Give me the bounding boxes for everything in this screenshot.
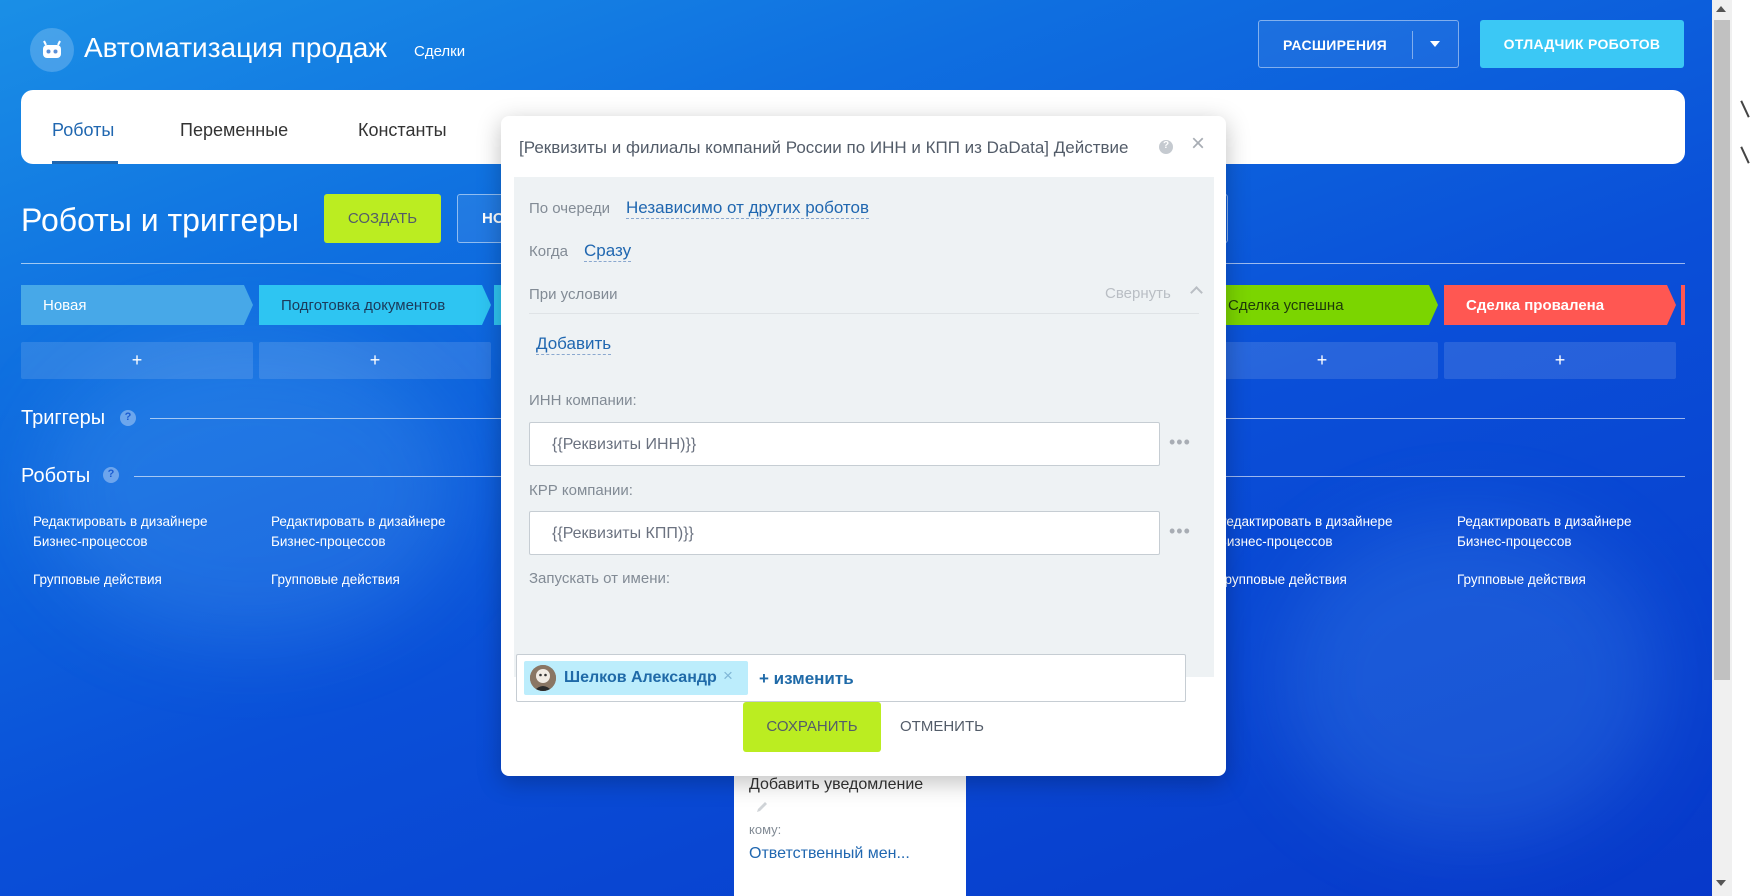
chevron-up-icon[interactable] [1190, 286, 1203, 299]
stage-partial [1681, 285, 1685, 325]
remove-user-icon[interactable]: × [723, 666, 733, 686]
group-actions-link[interactable]: Групповые действия [1457, 570, 1586, 590]
triggers-title: Триггеры [21, 407, 106, 429]
tab-robots[interactable]: Роботы [52, 120, 114, 141]
divider [1412, 31, 1413, 59]
save-button[interactable]: СОХРАНИТЬ [743, 702, 881, 752]
robot-card-title: Добавить уведомление [749, 776, 924, 793]
save-label: СОХРАНИТЬ [766, 718, 858, 735]
collapse-link[interactable]: Свернуть [1105, 285, 1171, 302]
inn-label: ИНН компании: [529, 392, 637, 409]
add-robot-cell[interactable]: + [259, 342, 491, 379]
extensions-button[interactable]: РАСШИРЕНИЯ [1258, 20, 1459, 68]
stage-label: Сделка успешна [1228, 297, 1344, 314]
robot-settings-dialog: [Реквизиты и филиалы компаний России по … [501, 116, 1226, 776]
stage-new[interactable]: Новая [21, 285, 253, 325]
extensions-label: РАСШИРЕНИЯ [1283, 37, 1388, 53]
edit-in-designer-link[interactable]: Редактировать в дизайнере Бизнес-процесс… [1457, 512, 1657, 552]
robot-card-to-value[interactable]: Ответственный мен... [749, 845, 910, 863]
scroll-up-arrow-icon[interactable] [1716, 6, 1726, 12]
plus-icon: + [131, 350, 143, 370]
run-as-user-selector[interactable]: Шелков Александр × + изменить [516, 654, 1186, 702]
run-as-label: Запускать от имени: [529, 570, 671, 587]
dialog-title: [Реквизиты и филиалы компаний России по … [519, 138, 1129, 157]
robot-debugger-label: ОТЛАДЧИК РОБОТОВ [1503, 36, 1661, 52]
change-user-link[interactable]: + изменить [759, 669, 854, 689]
app-header: Автоматизация продаж Сделки РАСШИРЕНИЯ О… [0, 0, 1714, 90]
window-edge [1732, 0, 1753, 896]
tab-constants[interactable]: Константы [358, 120, 447, 141]
robot-card-notification[interactable]: Добавить уведомление кому: Ответственный… [734, 760, 966, 896]
stage-label: Подготовка документов [281, 297, 446, 314]
queue-mode-link[interactable]: Независимо от других роботов [626, 198, 869, 219]
robot-logo-icon [30, 28, 74, 72]
user-chip[interactable]: Шелков Александр × [524, 661, 748, 695]
background-glow [40, 340, 460, 640]
divider [529, 313, 1199, 314]
inn-value: {{Реквизиты ИНН)}} [552, 436, 697, 453]
help-icon[interactable]: ? [1159, 140, 1173, 154]
create-button[interactable]: СОЗДАТЬ [324, 194, 441, 243]
add-robot-cell[interactable]: + [21, 342, 253, 379]
tab-variables[interactable]: Переменные [180, 120, 288, 141]
stage-label: Сделка провалена [1466, 297, 1605, 314]
app-title: Автоматизация продаж [84, 32, 388, 63]
queue-label: По очереди [529, 200, 610, 217]
kpp-input[interactable]: {{Реквизиты КПП)}} [529, 511, 1160, 555]
inn-input[interactable]: {{Реквизиты ИНН)}} [529, 422, 1160, 466]
toolbar-button[interactable]: НО [457, 194, 507, 243]
chevron-down-icon[interactable] [1430, 41, 1440, 47]
robot-debugger-button[interactable]: ОТЛАДЧИК РОБОТОВ [1480, 20, 1684, 68]
stage-won[interactable]: Сделка успешна [1206, 285, 1438, 325]
add-robot-cell[interactable]: + [1206, 342, 1438, 379]
page-title: Роботы и триггеры [21, 202, 300, 238]
group-actions-link[interactable]: Групповые действия [271, 570, 400, 590]
pencil-icon[interactable] [755, 800, 769, 814]
help-icon[interactable]: ? [103, 467, 119, 483]
edit-in-designer-link[interactable]: Редактировать в дизайнере Бизнес-процесс… [33, 512, 233, 552]
more-options-icon[interactable]: ••• [1169, 432, 1191, 453]
avatar [530, 665, 556, 691]
condition-label: При условии [529, 286, 618, 303]
plus-icon: + [1554, 350, 1566, 370]
stage-label: Новая [43, 297, 87, 314]
plus-icon: + [1316, 350, 1328, 370]
add-condition-link[interactable]: Добавить [536, 334, 612, 355]
scrollbar-thumb[interactable] [1714, 20, 1730, 680]
close-icon[interactable]: × [1191, 130, 1205, 158]
active-tab-indicator [52, 161, 118, 164]
robots-title: Роботы [21, 465, 91, 487]
app-subtitle-link[interactable]: Сделки [414, 43, 465, 60]
scroll-down-arrow-icon[interactable] [1716, 880, 1726, 886]
stage-documents[interactable]: Подготовка документов [259, 285, 491, 325]
group-actions-link[interactable]: Групповые действия [33, 570, 162, 590]
kpp-value: {{Реквизиты КПП)}} [552, 525, 694, 542]
cancel-button[interactable]: ОТМЕНИТЬ [900, 718, 984, 735]
robot-card-to-label: кому: [749, 822, 782, 837]
dialog-body: По очереди Независимо от других роботов … [514, 177, 1214, 677]
edit-in-designer-link[interactable]: Редактировать в дизайнере Бизнес-процесс… [271, 512, 471, 552]
plus-icon: + [369, 350, 381, 370]
stage-shape [1681, 285, 1685, 325]
edit-in-designer-link[interactable]: Редактировать в дизайнере Бизнес-процесс… [1218, 512, 1418, 552]
background-glow [1280, 520, 1660, 840]
kpp-label: КРР компании: [529, 482, 633, 499]
create-label: СОЗДАТЬ [347, 210, 418, 227]
when-label: Когда [529, 243, 568, 260]
add-robot-cell[interactable]: + [1444, 342, 1676, 379]
group-actions-link[interactable]: Групповые действия [1218, 570, 1347, 590]
when-link[interactable]: Сразу [584, 241, 632, 262]
stage-lost[interactable]: Сделка провалена [1444, 285, 1676, 325]
user-name: Шелков Александр [564, 669, 717, 686]
more-options-icon[interactable]: ••• [1169, 521, 1191, 542]
help-icon[interactable]: ? [120, 410, 136, 426]
